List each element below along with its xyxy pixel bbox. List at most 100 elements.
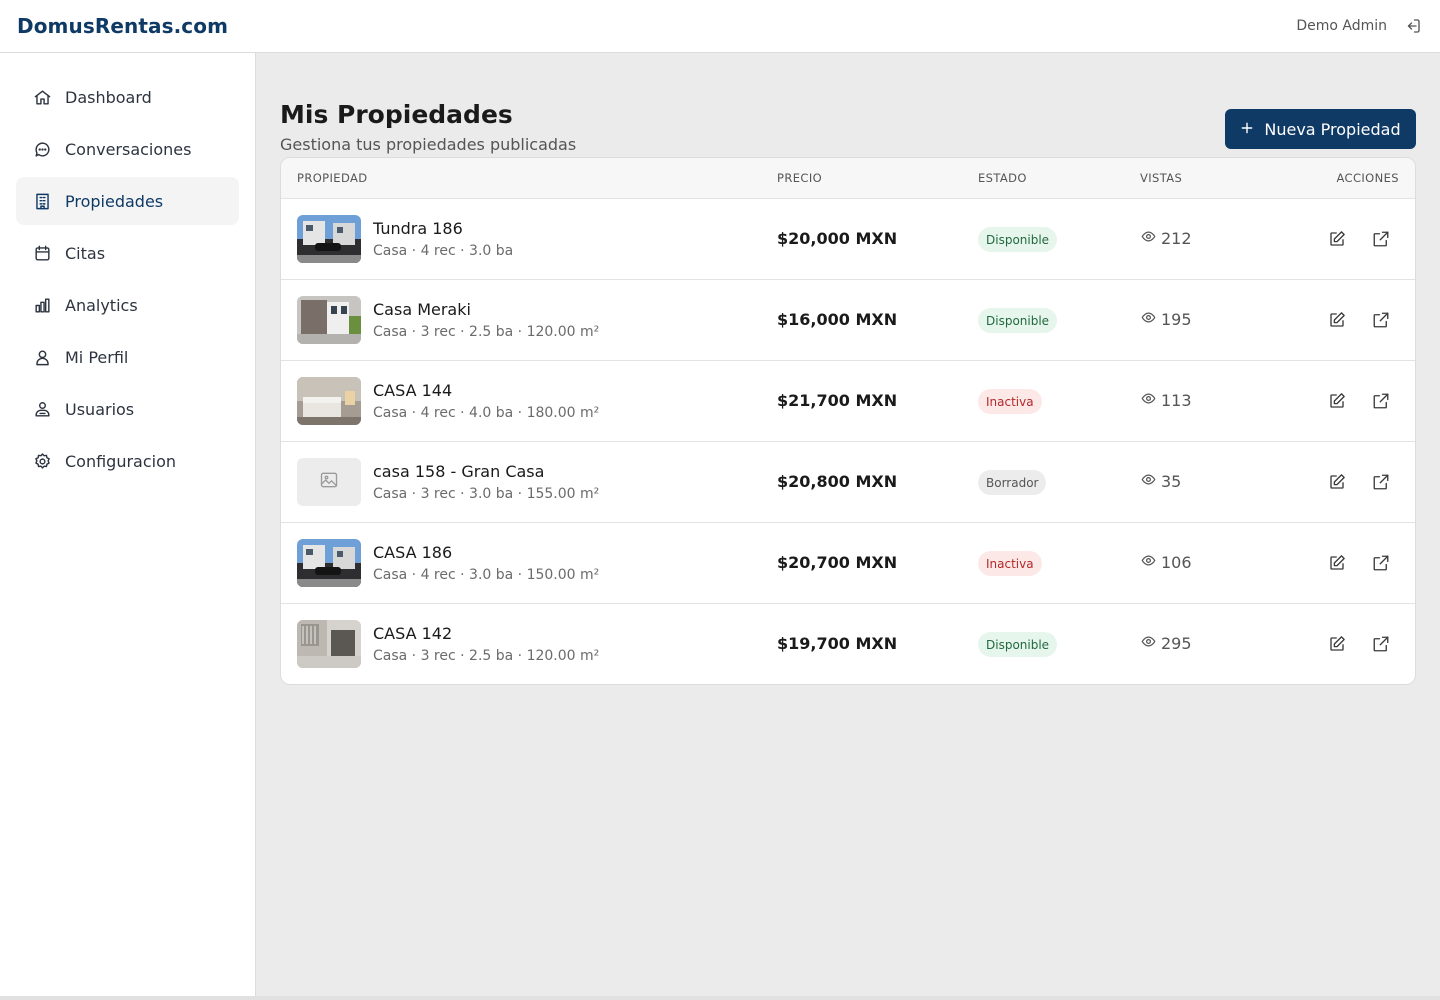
eye-icon bbox=[1141, 472, 1156, 491]
calendar-icon bbox=[32, 243, 52, 263]
user-name[interactable]: Demo Admin bbox=[1296, 18, 1387, 34]
property-name[interactable]: Tundra 186 bbox=[373, 219, 463, 238]
property-thumbnail[interactable] bbox=[297, 215, 361, 263]
views-value: 212 bbox=[1161, 229, 1192, 248]
sidebar-item-citas[interactable]: Citas bbox=[16, 229, 239, 277]
sidebar-item-label: Configuracion bbox=[65, 451, 177, 471]
property-price: $20,800 MXN bbox=[777, 472, 898, 491]
views-count: 106 bbox=[1141, 553, 1192, 572]
property-details: Casa · 4 rec · 3.0 ba bbox=[373, 243, 514, 259]
column-header-acciones: ACCIONES bbox=[1336, 171, 1399, 185]
plus-icon bbox=[1240, 120, 1254, 139]
external-link-icon[interactable] bbox=[1371, 472, 1391, 492]
property-price: $16,000 MXN bbox=[777, 310, 898, 329]
property-name[interactable]: Casa Meraki bbox=[373, 300, 471, 319]
eye-icon bbox=[1141, 553, 1156, 572]
external-link-icon[interactable] bbox=[1371, 634, 1391, 654]
table-row[interactable]: Tundra 186 Casa · 4 rec · 3.0 ba $20,000… bbox=[281, 199, 1415, 280]
sidebar-item-analytics[interactable]: Analytics bbox=[16, 281, 239, 329]
edit-icon[interactable] bbox=[1327, 553, 1347, 573]
image-placeholder-icon bbox=[319, 470, 339, 494]
top-bar: DomusRentas.com Demo Admin bbox=[0, 0, 1440, 53]
properties-table: PROPIEDAD PRECIO ESTADO VISTAS ACCIONES … bbox=[280, 157, 1416, 685]
property-details: Casa · 3 rec · 3.0 ba · 155.00 m² bbox=[373, 486, 600, 502]
sidebar-item-label: Mi Perfil bbox=[65, 347, 129, 367]
logout-icon[interactable] bbox=[1403, 16, 1423, 36]
table-row[interactable]: Casa Meraki Casa · 3 rec · 2.5 ba · 120.… bbox=[281, 280, 1415, 361]
property-details: Casa · 4 rec · 4.0 ba · 180.00 m² bbox=[373, 405, 600, 421]
sidebar-item-label: Conversaciones bbox=[65, 139, 192, 159]
property-thumbnail[interactable] bbox=[297, 620, 361, 668]
property-name[interactable]: CASA 142 bbox=[373, 624, 452, 643]
table-header: PROPIEDAD PRECIO ESTADO VISTAS ACCIONES bbox=[281, 158, 1415, 199]
views-count: 195 bbox=[1141, 310, 1192, 329]
property-price: $20,700 MXN bbox=[777, 553, 898, 572]
user-icon bbox=[32, 347, 52, 367]
home-icon bbox=[32, 87, 52, 107]
eye-icon bbox=[1141, 229, 1156, 248]
views-count: 295 bbox=[1141, 634, 1192, 653]
column-header-vistas: VISTAS bbox=[1140, 171, 1183, 185]
views-count: 212 bbox=[1141, 229, 1192, 248]
sidebar-item-conversaciones[interactable]: Conversaciones bbox=[16, 125, 239, 173]
brand-logo[interactable]: DomusRentas.com bbox=[17, 14, 228, 38]
views-value: 106 bbox=[1161, 553, 1192, 572]
bar-chart-icon bbox=[32, 295, 52, 315]
sidebar-item-configuracion[interactable]: Configuracion bbox=[16, 437, 239, 485]
sidebar-item-usuarios[interactable]: Usuarios bbox=[16, 385, 239, 433]
status-badge: Disponible bbox=[978, 308, 1058, 333]
views-count: 35 bbox=[1141, 472, 1181, 491]
property-thumbnail[interactable] bbox=[297, 377, 361, 425]
views-count: 113 bbox=[1141, 391, 1192, 410]
sidebar-item-label: Usuarios bbox=[65, 399, 135, 419]
table-row[interactable]: CASA 142 Casa · 3 rec · 2.5 ba · 120.00 … bbox=[281, 604, 1415, 684]
external-link-icon[interactable] bbox=[1371, 229, 1391, 249]
external-link-icon[interactable] bbox=[1371, 391, 1391, 411]
edit-icon[interactable] bbox=[1327, 391, 1347, 411]
chat-icon bbox=[32, 139, 52, 159]
property-name[interactable]: CASA 144 bbox=[373, 381, 452, 400]
page-subtitle: Gestiona tus propiedades publicadas bbox=[280, 135, 577, 154]
user-area: Demo Admin bbox=[1296, 16, 1423, 36]
property-thumbnail[interactable] bbox=[297, 539, 361, 587]
edit-icon[interactable] bbox=[1327, 472, 1347, 492]
page-title: Mis Propiedades bbox=[280, 100, 513, 129]
property-details: Casa · 4 rec · 3.0 ba · 150.00 m² bbox=[373, 567, 600, 583]
edit-icon[interactable] bbox=[1327, 310, 1347, 330]
sidebar-item-mi-perfil[interactable]: Mi Perfil bbox=[16, 333, 239, 381]
property-name[interactable]: CASA 186 bbox=[373, 543, 452, 562]
table-row[interactable]: CASA 144 Casa · 4 rec · 4.0 ba · 180.00 … bbox=[281, 361, 1415, 442]
eye-icon bbox=[1141, 391, 1156, 410]
sidebar-item-label: Dashboard bbox=[65, 87, 152, 107]
sidebar-item-label: Propiedades bbox=[65, 191, 164, 211]
external-link-icon[interactable] bbox=[1371, 553, 1391, 573]
sidebar-item-dashboard[interactable]: Dashboard bbox=[16, 73, 239, 121]
property-name[interactable]: casa 158 - Gran Casa bbox=[373, 462, 544, 481]
sidebar-item-label: Citas bbox=[65, 243, 106, 263]
sidebar-item-propiedades[interactable]: Propiedades bbox=[16, 177, 239, 225]
property-thumbnail-placeholder[interactable] bbox=[297, 458, 361, 506]
external-link-icon[interactable] bbox=[1371, 310, 1391, 330]
table-row[interactable]: CASA 186 Casa · 4 rec · 3.0 ba · 150.00 … bbox=[281, 523, 1415, 604]
page-header: Mis Propiedades Gestiona tus propiedades… bbox=[280, 77, 1416, 157]
property-price: $20,000 MXN bbox=[777, 229, 898, 248]
views-value: 295 bbox=[1161, 634, 1192, 653]
edit-icon[interactable] bbox=[1327, 229, 1347, 249]
edit-icon[interactable] bbox=[1327, 634, 1347, 654]
property-price: $19,700 MXN bbox=[777, 634, 898, 653]
views-value: 195 bbox=[1161, 310, 1192, 329]
property-thumbnail[interactable] bbox=[297, 296, 361, 344]
table-row[interactable]: casa 158 - Gran Casa Casa · 3 rec · 3.0 … bbox=[281, 442, 1415, 523]
column-header-propiedad: PROPIEDAD bbox=[297, 171, 368, 185]
bottom-scrollbar-track bbox=[0, 996, 1440, 1000]
status-badge: Borrador bbox=[978, 470, 1047, 495]
gear-icon bbox=[32, 451, 52, 471]
sidebar-item-label: Analytics bbox=[65, 295, 138, 315]
eye-icon bbox=[1141, 310, 1156, 329]
column-header-estado: ESTADO bbox=[978, 171, 1027, 185]
users-icon bbox=[32, 399, 52, 419]
status-badge: Disponible bbox=[978, 632, 1058, 657]
new-property-button[interactable]: Nueva Propiedad bbox=[1225, 109, 1416, 149]
building-icon bbox=[32, 191, 52, 211]
views-value: 113 bbox=[1161, 391, 1192, 410]
